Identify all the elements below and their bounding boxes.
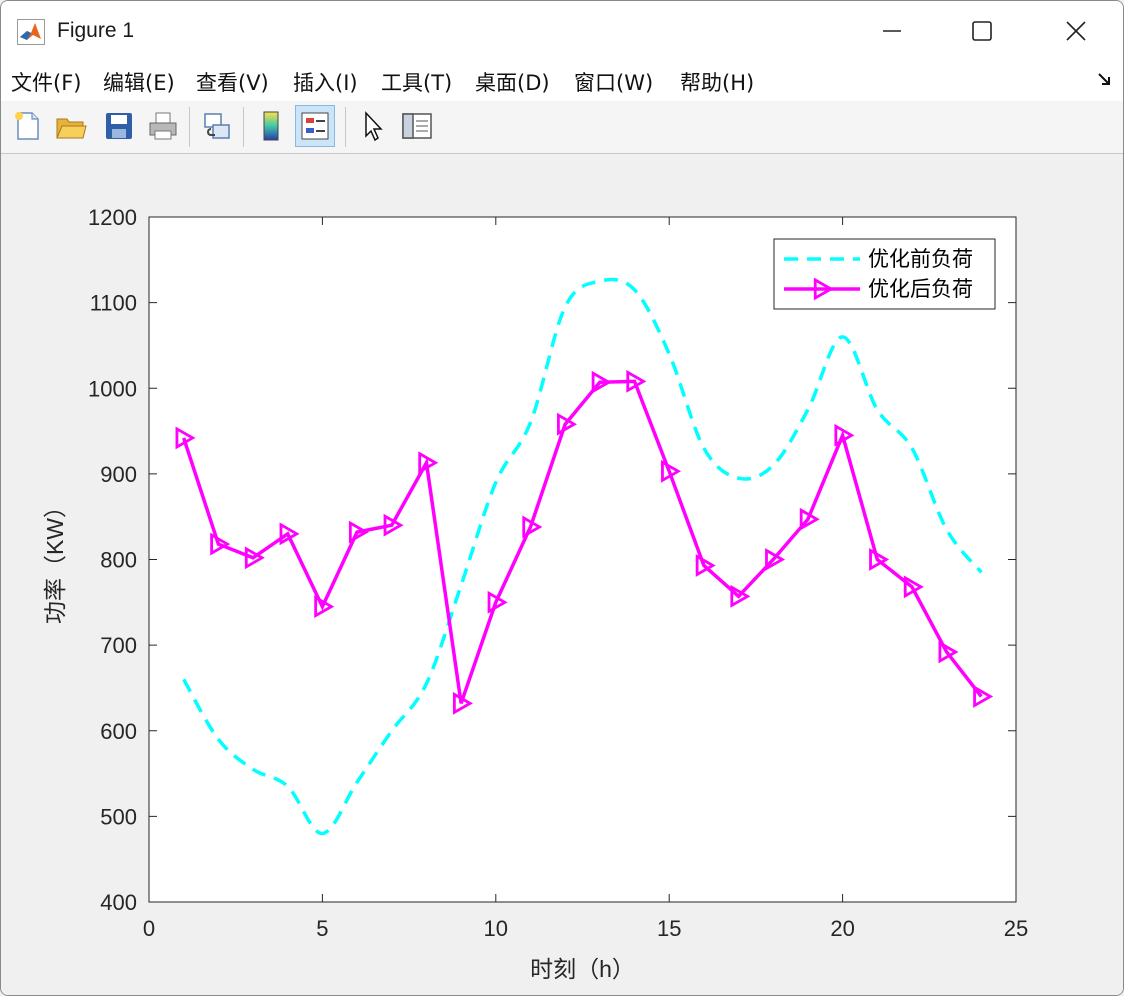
print-button[interactable] bbox=[143, 105, 183, 147]
legend-label-before: 优化前负荷 bbox=[868, 248, 973, 271]
menu-tools[interactable]: 工具(T) bbox=[381, 67, 452, 97]
toolbar-separator bbox=[189, 107, 190, 147]
minimize-icon bbox=[883, 30, 901, 32]
x-tick-label: 0 bbox=[143, 916, 155, 941]
link-plot-icon bbox=[204, 113, 230, 139]
new-figure-icon bbox=[15, 112, 39, 140]
x-tick-label: 15 bbox=[657, 916, 681, 941]
y-axis-label: 功率（KW） bbox=[42, 495, 68, 624]
insert-colorbar-button[interactable] bbox=[251, 105, 291, 147]
property-inspector-icon bbox=[402, 113, 432, 139]
open-file-icon bbox=[56, 118, 87, 139]
insert-colorbar-icon bbox=[263, 111, 279, 141]
print-icon bbox=[149, 112, 177, 140]
save-button[interactable] bbox=[99, 105, 139, 147]
menu-desktop[interactable]: 桌面(D) bbox=[475, 67, 550, 97]
close-icon bbox=[1066, 21, 1086, 41]
y-tick-label: 1200 bbox=[88, 205, 137, 230]
window-title: Figure 1 bbox=[57, 19, 135, 42]
menu-help[interactable]: 帮助(H) bbox=[680, 67, 754, 97]
maximize-icon bbox=[972, 21, 992, 41]
plot-canvas: 0 5 10 15 20 25 400 500 600 700 800 900 1000 1100 1200… bbox=[42, 205, 1028, 982]
save-icon bbox=[106, 113, 132, 139]
menu-edit[interactable]: 编辑(E) bbox=[103, 67, 175, 97]
menu-insert[interactable]: 插入(I) bbox=[293, 67, 358, 97]
title-bar[interactable]: Figure 1 bbox=[1, 1, 1123, 61]
menu-window[interactable]: 窗口(W) bbox=[574, 67, 653, 97]
y-tick-label: 600 bbox=[100, 719, 137, 744]
figure-canvas: 0 5 10 15 20 25 400 500 600 700 800 900 1000 1100 1200… bbox=[1, 154, 1123, 995]
menu-bar: 文件(F) 编辑(E) 查看(V) 插入(I) 工具(T) 桌面(D) 窗口(W… bbox=[1, 61, 1123, 101]
menu-file[interactable]: 文件(F) bbox=[11, 67, 81, 97]
y-tick-label: 1100 bbox=[90, 291, 137, 316]
open-file-button[interactable] bbox=[51, 105, 91, 147]
matlab-logo-icon bbox=[17, 19, 45, 45]
y-tick-label: 700 bbox=[100, 633, 137, 658]
new-figure-button[interactable] bbox=[7, 105, 47, 147]
y-tick-label: 800 bbox=[100, 548, 137, 573]
y-tick-label: 500 bbox=[100, 804, 137, 829]
y-tick-label: 400 bbox=[100, 890, 137, 915]
edit-plot-button[interactable] bbox=[353, 105, 393, 147]
toolbar-separator bbox=[243, 107, 244, 147]
edit-plot-icon bbox=[365, 111, 383, 142]
legend-label-after: 优化后负荷 bbox=[868, 278, 973, 301]
toolbar-separator bbox=[345, 107, 346, 147]
x-axis-label: 时刻（h） bbox=[530, 956, 635, 982]
x-tick-label: 10 bbox=[484, 916, 508, 941]
property-inspector-button[interactable] bbox=[397, 105, 437, 147]
figure-toolbar bbox=[1, 101, 1123, 154]
menu-view[interactable]: 查看(V) bbox=[196, 67, 269, 97]
x-tick-label: 20 bbox=[830, 916, 854, 941]
insert-legend-icon bbox=[301, 112, 329, 140]
x-tick-label: 25 bbox=[1004, 916, 1028, 941]
y-tick-label: 900 bbox=[100, 462, 137, 487]
y-tick-label: 1000 bbox=[88, 376, 137, 401]
x-tick-label: 5 bbox=[316, 916, 328, 941]
dock-figure-icon[interactable] bbox=[1097, 71, 1113, 87]
figure-window: Figure 1 文件(F) 编辑(E) 查看(V) 插入(I) 工具(T) 桌… bbox=[0, 0, 1124, 996]
legend[interactable]: 优化前负荷 优化后负荷 bbox=[773, 238, 996, 310]
link-plot-button[interactable] bbox=[197, 105, 237, 147]
maximize-button[interactable] bbox=[947, 9, 1017, 53]
close-button[interactable] bbox=[1041, 9, 1111, 53]
minimize-button[interactable] bbox=[857, 9, 927, 53]
insert-legend-button[interactable] bbox=[295, 105, 335, 147]
